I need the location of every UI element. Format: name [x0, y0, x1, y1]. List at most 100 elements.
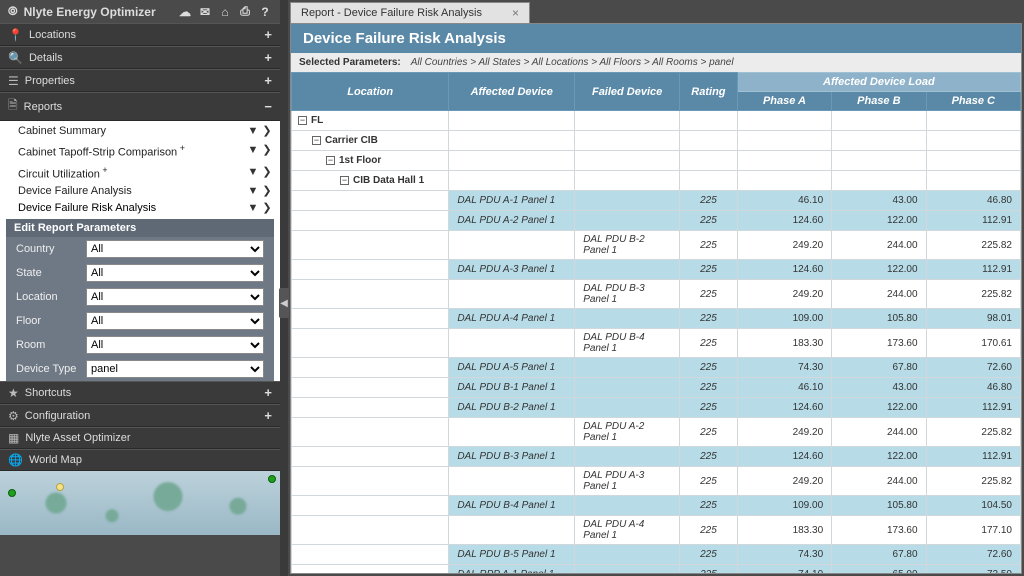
affected-device-cell: DAL PDU B-3 Panel 1 [449, 447, 575, 467]
affected-device-cell [449, 467, 575, 496]
phase-cell: 72.60 [926, 358, 1020, 378]
failed-device-cell [575, 309, 680, 329]
col-phase-b[interactable]: Phase B [832, 92, 926, 111]
report-item[interactable]: Device Failure Risk Analysis▼❯ [0, 200, 280, 217]
panel-worldmap[interactable]: 🌐 World Map [0, 449, 280, 471]
panel-reports[interactable]: 🗎 Reports− [0, 92, 280, 121]
grid-icon: ▦ [8, 431, 19, 445]
param-select-location[interactable]: All [86, 288, 264, 306]
param-select-floor[interactable]: All [86, 312, 264, 330]
phase-cell: 112.91 [926, 211, 1020, 231]
report-item-label: Cabinet Summary [18, 124, 106, 139]
filter-icon[interactable]: ▼ [246, 124, 260, 139]
panel-properties[interactable]: ☰ Properties+ [0, 69, 280, 92]
param-row: RoomAll [6, 333, 274, 357]
run-icon[interactable]: ❯ [260, 124, 274, 139]
tree-toggle-icon[interactable]: − [312, 136, 321, 145]
report-item[interactable]: Cabinet Tapoff-Strip Comparison + ▼❯ [0, 140, 280, 162]
report-item[interactable]: Circuit Utilization +▼❯ [0, 162, 280, 184]
rating-cell: 225 [680, 231, 738, 260]
tree-row[interactable]: −FL [292, 111, 1021, 131]
run-icon[interactable]: ❯ [260, 201, 274, 216]
param-select-room[interactable]: All [86, 336, 264, 354]
tree-toggle-icon[interactable]: − [326, 156, 335, 165]
map-marker[interactable] [8, 489, 16, 497]
phase-cell: 46.10 [737, 378, 831, 398]
col-phase-c[interactable]: Phase C [926, 92, 1020, 111]
filter-icon[interactable]: ▼ [246, 184, 260, 199]
tree-toggle-icon[interactable]: − [298, 116, 307, 125]
print-icon[interactable]: ⎙ [238, 5, 252, 19]
rating-cell: 225 [680, 418, 738, 447]
phase-cell: 244.00 [832, 231, 926, 260]
collapse-sidebar-icon[interactable]: ◀ [279, 288, 289, 318]
table-row: DAL PDU A-2 Panel 1225124.60122.00112.91 [292, 211, 1021, 231]
col-phase-a[interactable]: Phase A [737, 92, 831, 111]
phase-cell: 124.60 [737, 447, 831, 467]
phase-cell: 112.91 [926, 398, 1020, 418]
table-row: DAL PDU B-2 Panel 1225249.20244.00225.82 [292, 231, 1021, 260]
table-row: DAL PDU B-3 Panel 1225249.20244.00225.82 [292, 280, 1021, 309]
panel-asset-optimizer[interactable]: ▦ Nlyte Asset Optimizer [0, 427, 280, 449]
col-rating[interactable]: Rating [680, 73, 738, 111]
run-icon[interactable]: ❯ [260, 143, 274, 158]
close-icon[interactable]: × [512, 6, 519, 20]
run-icon[interactable]: ❯ [260, 165, 274, 180]
col-group-load: Affected Device Load [737, 73, 1020, 92]
panel-configuration[interactable]: ⚙ Configuration+ [0, 404, 280, 427]
tree-row[interactable]: −CIB Data Hall 1 [292, 171, 1021, 191]
affected-device-cell: DAL PDU A-4 Panel 1 [449, 309, 575, 329]
risk-table: Location Affected Device Failed Device R… [291, 72, 1021, 574]
table-row: DAL PDU A-1 Panel 122546.1043.0046.80 [292, 191, 1021, 211]
run-icon[interactable]: ❯ [260, 184, 274, 199]
affected-device-cell: DAL PDU A-2 Panel 1 [449, 211, 575, 231]
map-marker[interactable] [56, 483, 64, 491]
param-select-country[interactable]: All [86, 240, 264, 258]
col-affected[interactable]: Affected Device [449, 73, 575, 111]
filter-icon[interactable]: ▼ [246, 165, 260, 180]
cloud-icon[interactable]: ☁ [178, 5, 192, 19]
failed-device-cell [575, 191, 680, 211]
affected-device-cell: DAL PDU A-3 Panel 1 [449, 260, 575, 280]
report-item[interactable]: Device Failure Analysis▼❯ [0, 183, 280, 200]
report-item[interactable]: Cabinet Summary ▼❯ [0, 123, 280, 140]
rating-cell: 225 [680, 358, 738, 378]
report-area: Device Failure Risk Analysis Selected Pa… [290, 23, 1022, 574]
params-title: Edit Report Parameters [6, 219, 274, 237]
filter-icon[interactable]: ▼ [246, 143, 260, 158]
panel-locations[interactable]: 📍 Locations+ [0, 23, 280, 46]
phase-cell: 249.20 [737, 467, 831, 496]
failed-device-cell [575, 260, 680, 280]
panel-details[interactable]: 🔍 Details+ [0, 46, 280, 69]
tree-row[interactable]: −1st Floor [292, 151, 1021, 171]
home-icon[interactable]: ⌂ [218, 5, 232, 19]
col-location[interactable]: Location [292, 73, 449, 111]
param-select-device-type[interactable]: panel [86, 360, 264, 378]
param-select-state[interactable]: All [86, 264, 264, 282]
rating-cell: 225 [680, 260, 738, 280]
affected-device-cell: DAL PDU A-5 Panel 1 [449, 358, 575, 378]
phase-cell: 105.80 [832, 496, 926, 516]
selected-parameters-bar: Selected Parameters: All Countries > All… [291, 53, 1021, 72]
tree-toggle-icon[interactable]: − [340, 176, 349, 185]
help-icon[interactable]: ? [258, 5, 272, 19]
rating-cell: 225 [680, 329, 738, 358]
report-item-label: Cabinet Tapoff-Strip Comparison + [18, 141, 185, 161]
edit-report-parameters: Edit Report Parameters CountryAllStateAl… [6, 219, 274, 381]
tree-row[interactable]: −Carrier CIB [292, 131, 1021, 151]
col-failed[interactable]: Failed Device [575, 73, 680, 111]
gear-icon: ⚙ [8, 409, 19, 423]
panel-shortcuts[interactable]: ★ Shortcuts+ [0, 381, 280, 404]
table-row: DAL PDU B-1 Panel 122546.1043.0046.80 [292, 378, 1021, 398]
phase-cell: 74.30 [737, 358, 831, 378]
world-map[interactable] [0, 471, 280, 535]
tab-report[interactable]: Report - Device Failure Risk Analysis × [290, 2, 530, 23]
affected-device-cell [449, 516, 575, 545]
phase-cell: 46.80 [926, 191, 1020, 211]
mail-icon[interactable]: ✉ [198, 5, 212, 19]
phase-cell: 122.00 [832, 447, 926, 467]
map-marker[interactable] [268, 475, 276, 483]
filter-icon[interactable]: ▼ [246, 201, 260, 216]
phase-cell: 43.00 [832, 378, 926, 398]
split-handle[interactable]: ◀ [280, 0, 288, 576]
